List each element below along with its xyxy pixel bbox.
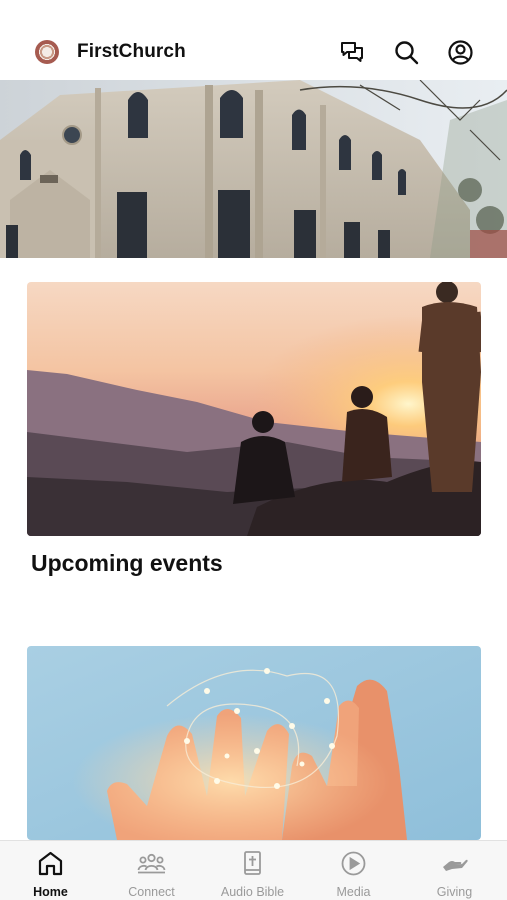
church-logo-icon (35, 40, 59, 64)
section-title-upcoming-events: Upcoming events (31, 550, 223, 576)
app-title: FirstChurch (77, 41, 186, 62)
app-header: FirstChurch (0, 0, 507, 80)
tab-home[interactable]: Home (0, 841, 101, 900)
profile-icon[interactable] (447, 39, 474, 66)
tab-label-connect: Connect (128, 885, 175, 899)
tab-label-giving: Giving (436, 885, 473, 899)
church-building-image (0, 80, 507, 258)
people-icon (137, 850, 166, 877)
bottom-tab-bar: Home Connect Audio Bible Media Giving (0, 840, 507, 900)
feature-image-hands-lights[interactable] (27, 646, 481, 840)
tab-connect[interactable]: Connect (101, 841, 202, 900)
tab-label-audio-bible: Audio Bible (220, 885, 285, 899)
tab-giving[interactable]: Giving (404, 841, 505, 900)
home-icon (36, 850, 65, 877)
tab-audio-bible[interactable]: Audio Bible (202, 841, 303, 900)
tab-media[interactable]: Media (303, 841, 404, 900)
upcoming-events-image[interactable] (27, 282, 481, 536)
giving-hand-icon (440, 850, 469, 877)
tab-label-media: Media (336, 885, 371, 899)
search-icon[interactable] (393, 39, 420, 66)
bible-icon (238, 850, 267, 877)
play-icon (339, 850, 368, 877)
tab-label-home: Home (33, 885, 68, 899)
chat-icon[interactable] (339, 39, 366, 66)
